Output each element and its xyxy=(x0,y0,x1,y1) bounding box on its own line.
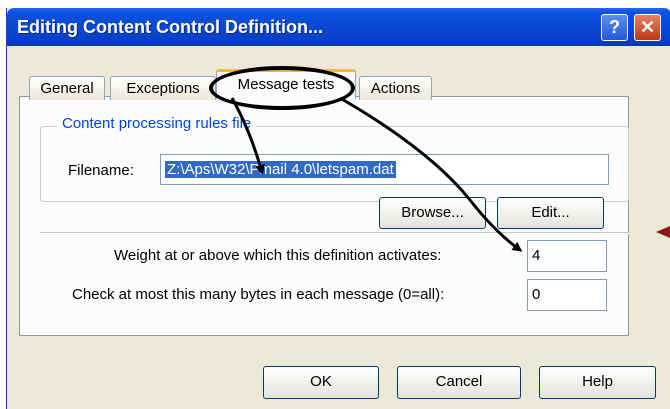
separator xyxy=(40,232,629,234)
browse-button[interactable]: Browse... xyxy=(379,197,486,229)
weight-input[interactable]: 4 xyxy=(527,240,607,272)
help-icon[interactable]: ? xyxy=(601,14,628,41)
title-bar[interactable]: Editing Content Control Definition... ? … xyxy=(7,8,670,46)
window-title: Editing Content Control Definition... xyxy=(17,17,323,37)
cancel-button[interactable]: Cancel xyxy=(397,366,521,399)
edit-button[interactable]: Edit... xyxy=(497,197,604,229)
tab-exceptions[interactable]: Exceptions xyxy=(110,76,216,100)
tab-actions[interactable]: Actions xyxy=(359,76,432,100)
group-label: Content processing rules file xyxy=(57,115,257,132)
close-icon[interactable]: ✕ xyxy=(634,14,661,41)
ok-button[interactable]: OK xyxy=(263,366,379,399)
help-button[interactable]: Help xyxy=(539,366,656,399)
bytes-input[interactable]: 0 xyxy=(527,279,607,311)
tab-general[interactable]: General xyxy=(29,76,105,100)
tab-message-tests[interactable]: Message tests xyxy=(216,69,356,99)
bytes-label: Check at most this many bytes in each me… xyxy=(72,286,445,303)
weight-label: Weight at or above which this definition… xyxy=(114,247,442,264)
filename-input[interactable]: Z:\Aps\W32\Pmail 4.0\letspam.dat xyxy=(160,154,609,185)
filename-value: Z:\Aps\W32\Pmail 4.0\letspam.dat xyxy=(165,161,396,178)
filename-label: Filename: xyxy=(68,162,134,179)
